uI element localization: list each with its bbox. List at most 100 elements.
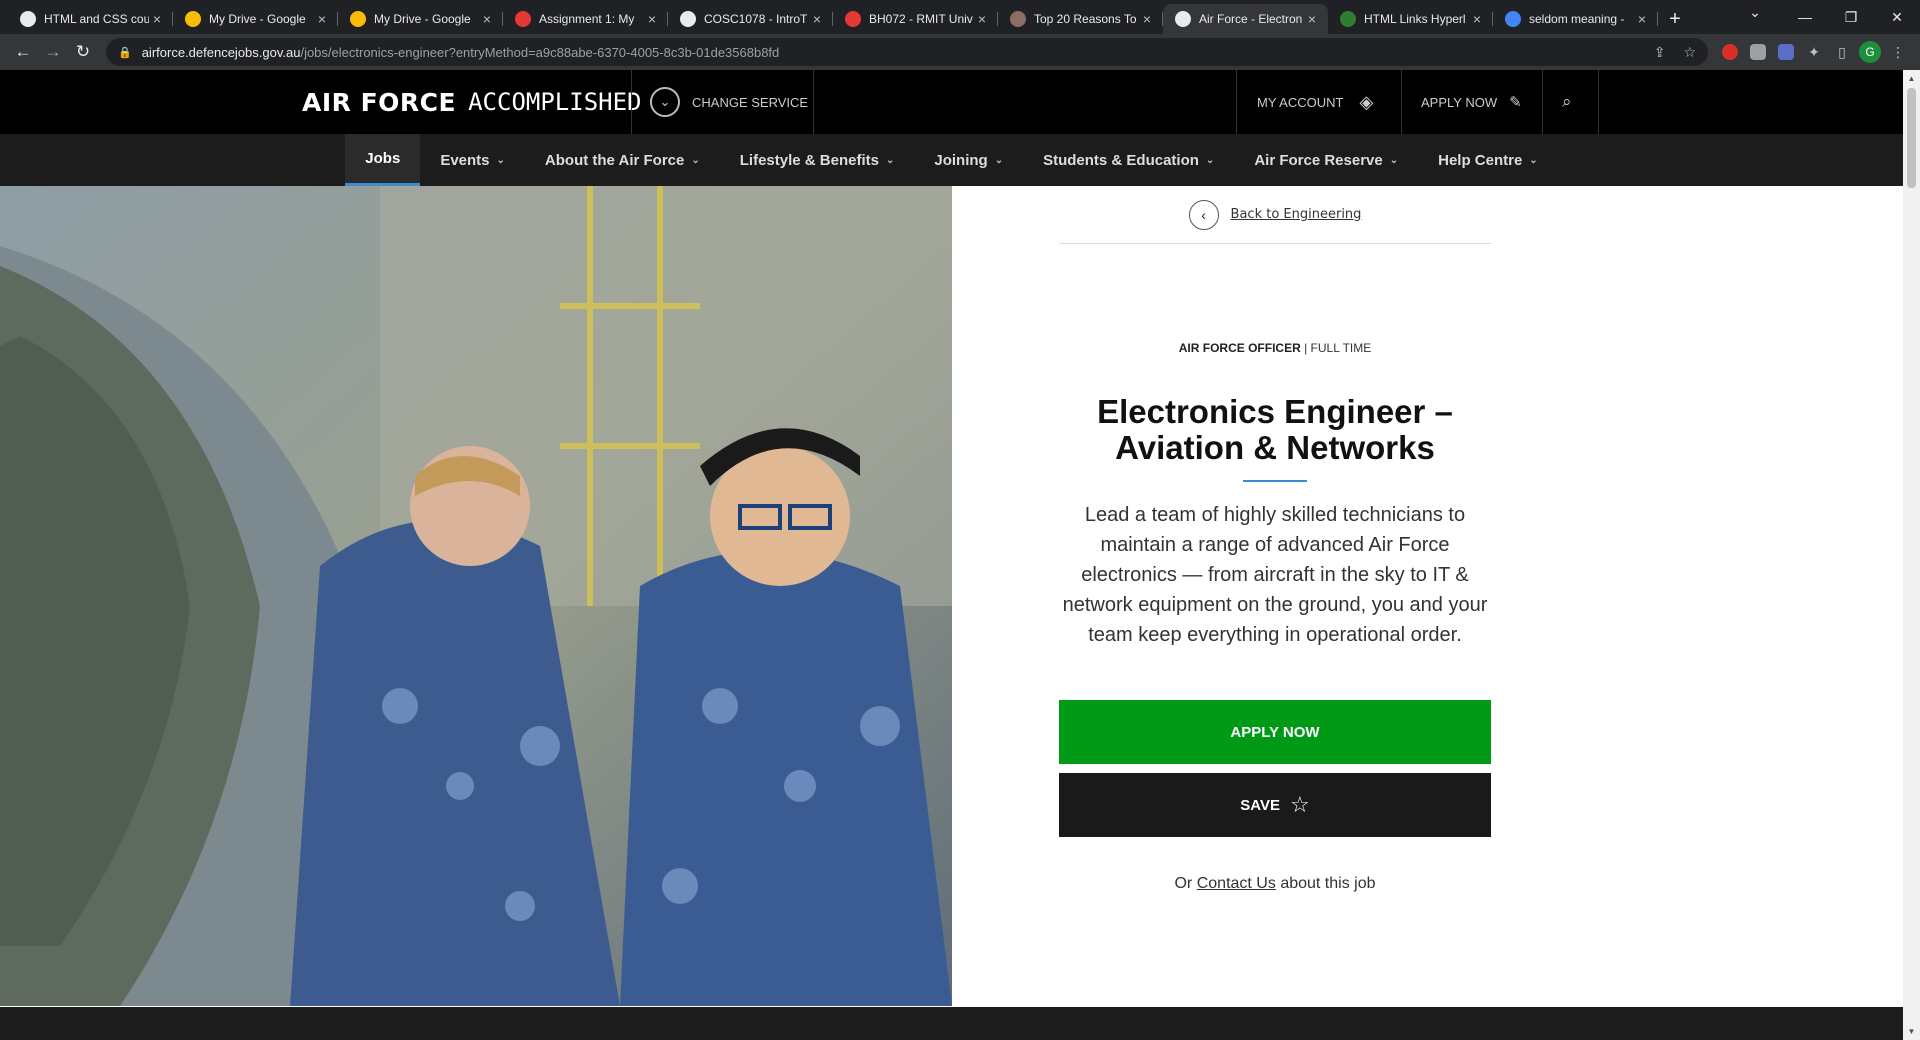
apply-now-button-label: APPLY NOW xyxy=(1230,723,1320,741)
lock-icon[interactable]: 🔒 xyxy=(118,46,132,59)
address-bar[interactable]: 🔒 airforce.defencejobs.gov.au/jobs/elect… xyxy=(106,38,1708,66)
nav-item-label: Jobs xyxy=(365,150,401,167)
tab-close-icon[interactable]: × xyxy=(1634,11,1650,27)
chevron-down-icon: ⌄ xyxy=(650,87,680,117)
save-job-button[interactable]: SAVE ☆ xyxy=(1059,773,1491,837)
header-apply-now-button[interactable]: APPLY NOW ✎ xyxy=(1421,70,1522,134)
tab-title: Top 20 Reasons To xyxy=(1034,12,1137,26)
header-divider xyxy=(1401,70,1402,134)
chevron-down-icon: ⌄ xyxy=(691,154,700,166)
page-scrollbar[interactable]: ▲ ▼ xyxy=(1903,70,1920,1040)
contact-line: Or Contact Us about this job xyxy=(1059,875,1491,893)
tab-title: COSC1078 - IntroT xyxy=(704,12,808,26)
bookmark-star-icon[interactable]: ☆ xyxy=(1683,44,1696,61)
scrollbar-thumb[interactable] xyxy=(1907,88,1916,188)
profile-avatar[interactable]: G xyxy=(1856,38,1884,66)
save-button-label: SAVE xyxy=(1240,796,1280,814)
browser-tab[interactable]: Assignment 1: My × xyxy=(503,4,668,34)
nav-item-air-force-reserve[interactable]: Air Force Reserve ⌄ xyxy=(1234,134,1418,186)
main-navigation: Jobs Events ⌄ About the Air Force ⌄ Lifestyle… xyxy=(0,134,1903,186)
minimize-button[interactable]: — xyxy=(1782,0,1828,34)
tab-favicon-icon xyxy=(1505,11,1521,27)
nav-item-label: Lifestyle & Benefits xyxy=(739,151,879,169)
browser-tab[interactable]: COSC1078 - IntroT × xyxy=(668,4,833,34)
my-account-label: MY ACCOUNT xyxy=(1257,94,1344,110)
change-service-label: CHANGE SERVICE xyxy=(692,94,809,110)
tab-title: seldom meaning - xyxy=(1529,12,1625,26)
nav-item-about-the-air-force[interactable]: About the Air Force ⌄ xyxy=(525,134,720,186)
browser-tab[interactable]: My Drive - Google × xyxy=(338,4,503,34)
browser-toolbar: ← → ↻ 🔒 airforce.defencejobs.gov.au/jobs… xyxy=(0,34,1920,70)
extension-grey-icon[interactable] xyxy=(1744,38,1772,66)
browser-tab[interactable]: Air Force - Electron × xyxy=(1163,4,1328,34)
new-tab-button[interactable]: + xyxy=(1658,4,1692,34)
tab-close-icon[interactable]: × xyxy=(1469,11,1485,27)
user-icon: ◈ xyxy=(1359,91,1374,112)
tab-close-icon[interactable]: × xyxy=(1304,11,1320,27)
contact-suffix: about this job xyxy=(1280,875,1376,892)
tab-favicon-icon xyxy=(845,11,861,27)
nav-item-students-education[interactable]: Students & Education ⌄ xyxy=(1023,134,1234,186)
nav-item-joining[interactable]: Joining ⌄ xyxy=(914,134,1023,186)
site-header: AIR FORCE ACCOMPLISHED ⌄ CHANGE SERVICE … xyxy=(0,70,1903,134)
change-service-button[interactable]: ⌄ CHANGE SERVICE xyxy=(650,70,808,134)
browser-tab[interactable]: My Drive - Google × xyxy=(173,4,338,34)
side-panel-icon[interactable]: ▯ xyxy=(1828,38,1856,66)
chevron-down-icon: ⌄ xyxy=(1389,154,1399,166)
job-title: Electronics Engineer – Aviation & Networ… xyxy=(1097,393,1453,466)
restore-button[interactable]: ❐ xyxy=(1828,0,1874,34)
browser-tab[interactable]: HTML Links Hyperl × xyxy=(1328,4,1493,34)
contact-us-link[interactable]: Contact Us xyxy=(1197,875,1276,892)
scroll-up-arrow-icon[interactable]: ▲ xyxy=(1903,70,1920,87)
share-icon[interactable]: ⇪ xyxy=(1654,44,1666,61)
job-category: AIR FORCE OFFICER xyxy=(1178,341,1301,355)
my-account-button[interactable]: MY ACCOUNT ◈ xyxy=(1257,70,1373,134)
tab-favicon-icon xyxy=(1010,11,1026,27)
tab-close-icon[interactable]: × xyxy=(644,11,660,27)
forward-arrow-icon[interactable]: → xyxy=(38,37,68,67)
tab-close-icon[interactable]: × xyxy=(314,11,330,27)
tab-search-icon[interactable]: ⌄ xyxy=(1740,4,1770,21)
extension-red-icon[interactable] xyxy=(1716,38,1744,66)
nav-item-help-centre[interactable]: Help Centre ⌄ xyxy=(1418,134,1558,186)
browser-tab[interactable]: seldom meaning - × xyxy=(1493,4,1658,34)
tab-title: Assignment 1: My xyxy=(539,12,635,26)
tab-favicon-icon xyxy=(185,11,201,27)
browser-tab[interactable]: HTML and CSS cou × xyxy=(8,4,173,34)
search-icon[interactable]: ⌕ xyxy=(1562,70,1572,134)
tab-close-icon[interactable]: × xyxy=(974,11,990,27)
close-window-button[interactable]: ✕ xyxy=(1874,0,1920,34)
chevron-left-icon[interactable]: ‹ xyxy=(1188,199,1219,230)
tab-close-icon[interactable]: × xyxy=(1139,11,1155,27)
tab-close-icon[interactable]: × xyxy=(149,11,165,27)
hero-image-personnel-inspecting-aircraft xyxy=(0,186,952,1006)
tab-close-icon[interactable]: × xyxy=(479,11,495,27)
nav-item-label: Air Force Reserve xyxy=(1254,151,1383,169)
scroll-down-arrow-icon[interactable]: ▼ xyxy=(1903,1023,1920,1040)
tab-title: My Drive - Google xyxy=(374,12,471,26)
tab-title: HTML and CSS cou xyxy=(44,12,149,26)
apply-now-button[interactable]: APPLY NOW xyxy=(1059,700,1491,764)
reload-icon[interactable]: ↻ xyxy=(68,37,98,67)
header-divider xyxy=(1236,70,1237,134)
browser-tab[interactable]: BH072 - RMIT Univ × xyxy=(833,4,998,34)
web-page: AIR FORCE ACCOMPLISHED ⌄ CHANGE SERVICE … xyxy=(0,70,1903,1040)
nav-item-events[interactable]: Events ⌄ xyxy=(420,134,525,186)
nav-item-jobs[interactable]: Jobs xyxy=(345,134,421,186)
header-divider xyxy=(813,70,814,134)
browser-tab[interactable]: Top 20 Reasons To × xyxy=(998,4,1163,34)
job-content: ‹ Back to Engineering AIR FORCE OFFICER … xyxy=(0,186,1903,1006)
browser-menu-icon[interactable]: ⋮ xyxy=(1884,38,1912,66)
header-divider xyxy=(1598,70,1599,134)
nav-item-lifestyle-benefits[interactable]: Lifestyle & Benefits ⌄ xyxy=(720,134,915,186)
back-link-row: ‹ Back to Engineering xyxy=(1059,186,1491,244)
tab-favicon-icon xyxy=(680,11,696,27)
back-arrow-icon[interactable]: ← xyxy=(8,37,38,67)
air-force-logo[interactable]: AIR FORCE ACCOMPLISHED xyxy=(302,70,642,134)
extensions-puzzle-icon[interactable]: ✦ xyxy=(1800,38,1828,66)
back-to-engineering-link[interactable]: Back to Engineering xyxy=(1231,207,1362,222)
window-controls: — ❐ ✕ xyxy=(1782,0,1920,34)
extension-blue-icon[interactable] xyxy=(1772,38,1800,66)
hero-illustration xyxy=(0,186,952,1006)
tab-close-icon[interactable]: × xyxy=(809,11,825,27)
